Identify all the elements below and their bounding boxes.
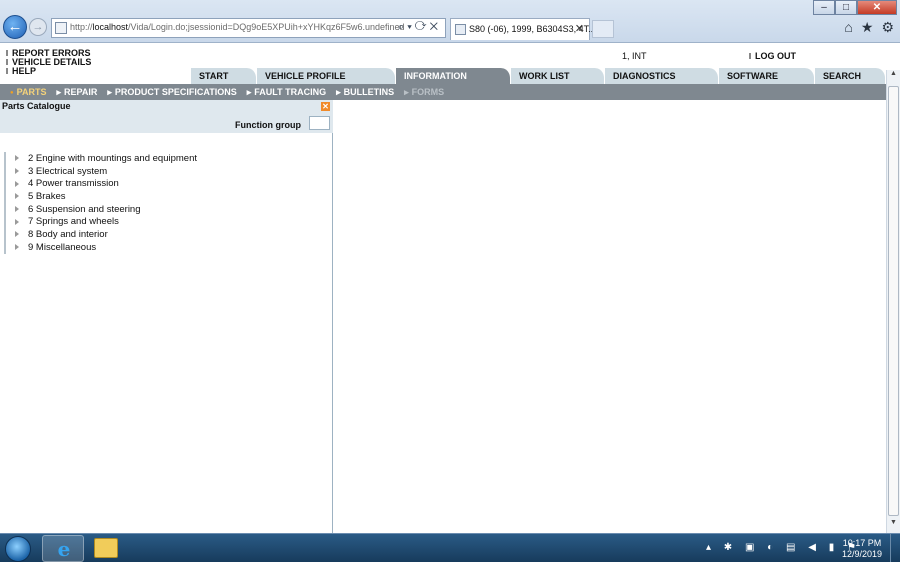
scroll-up-icon[interactable]: ▲ xyxy=(887,70,900,84)
expand-arrow-icon[interactable] xyxy=(15,206,19,213)
address-bar[interactable]: http://localhost/Vida/Login.do;jsessioni… xyxy=(51,18,446,38)
favorites-star-icon[interactable]: ★ xyxy=(861,19,874,36)
tab-information[interactable]: INFORMATION xyxy=(396,68,511,84)
taskbar: e ▴ ✱ ▣ ◐ ▤ ◀ ▮ ⚑ 10:17 PM 12/9/2019 xyxy=(0,533,900,562)
browser-chrome: ← → http://localhost/Vida/Login.do;jsess… xyxy=(0,0,900,43)
vertical-scrollbar[interactable]: ▲ ▼ xyxy=(886,70,900,533)
parts-catalogue-panel: Parts Catalogue ✕ Function group 2 Engin… xyxy=(0,100,333,533)
logout-link[interactable]: LOG OUT xyxy=(749,51,796,61)
tab-start[interactable]: START xyxy=(191,68,257,84)
address-url: http://localhost/Vida/Login.do;jsessioni… xyxy=(70,22,405,32)
subtab-repair[interactable]: REPAIR xyxy=(56,87,97,98)
address-controls[interactable]: ⌕▾⟳✕ xyxy=(398,21,441,34)
browser-tools: ⌂ ★ ⚙ xyxy=(844,19,894,36)
ie-icon: e xyxy=(57,537,71,561)
sub-tabs: PARTS REPAIR PRODUCT SPECIFICATIONS FAUL… xyxy=(0,84,886,100)
forward-arrow-icon[interactable]: → xyxy=(29,18,47,36)
function-group-tree: 2 Engine with mountings and equipment 3 … xyxy=(4,152,197,254)
subtab-bulletins[interactable]: BULLETINS xyxy=(336,87,395,98)
expand-arrow-icon[interactable] xyxy=(15,168,19,175)
tab-work-list[interactable]: WORK LIST xyxy=(511,68,605,84)
tree-item[interactable]: 5 Brakes xyxy=(12,190,197,203)
expand-arrow-icon[interactable] xyxy=(15,180,19,187)
function-group-label: Function group xyxy=(235,120,301,130)
tree-item[interactable]: 9 Miscellaneous xyxy=(12,241,197,254)
user-label: 1, INT xyxy=(622,51,647,61)
subtab-product-specifications[interactable]: PRODUCT SPECIFICATIONS xyxy=(107,87,237,98)
tab-software[interactable]: SOFTWARE xyxy=(719,68,815,84)
window-controls: – □ ✕ xyxy=(813,0,897,15)
help-link[interactable]: HELP xyxy=(6,67,91,76)
browser-tab[interactable]: S80 (-06), 1999, B6304S3, 4T... ✕ xyxy=(450,18,596,40)
maximize-icon[interactable]: □ xyxy=(835,0,857,15)
content-area xyxy=(334,100,886,533)
panel-close-icon[interactable]: ✕ xyxy=(321,102,330,111)
folder-icon[interactable] xyxy=(94,538,118,558)
tree-item[interactable]: 7 Springs and wheels xyxy=(12,215,197,228)
minimize-icon[interactable]: – xyxy=(813,0,835,15)
expand-arrow-icon[interactable] xyxy=(15,193,19,200)
tab-search[interactable]: SEARCH xyxy=(815,68,886,84)
tab-vehicle-profile[interactable]: VEHICLE PROFILE xyxy=(257,68,396,84)
new-tab-button[interactable] xyxy=(592,20,614,38)
subtab-forms: FORMS xyxy=(404,87,445,98)
expand-arrow-icon[interactable] xyxy=(15,244,19,251)
clock-time: 10:17 PM xyxy=(842,538,882,548)
expand-arrow-icon[interactable] xyxy=(15,155,19,162)
tab-diagnostics[interactable]: DIAGNOSTICS xyxy=(605,68,719,84)
panel-title: Parts Catalogue xyxy=(2,101,71,111)
window-close-icon[interactable]: ✕ xyxy=(857,0,897,15)
tree-item[interactable]: 6 Suspension and steering xyxy=(12,203,197,216)
back-arrow-icon[interactable]: ← xyxy=(3,15,27,39)
tree-item[interactable]: 4 Power transmission xyxy=(12,177,197,190)
subtab-fault-tracing[interactable]: FAULT TRACING xyxy=(247,87,326,98)
tree-item[interactable]: 3 Electrical system xyxy=(12,165,197,178)
tab-close-icon[interactable]: ✕ xyxy=(575,22,584,35)
scroll-down-icon[interactable]: ▼ xyxy=(887,519,900,533)
start-button[interactable] xyxy=(5,536,31,562)
subtab-parts[interactable]: PARTS xyxy=(10,87,47,97)
home-icon[interactable]: ⌂ xyxy=(844,19,852,36)
clock[interactable]: 10:17 PM 12/9/2019 xyxy=(842,538,882,560)
tree-item[interactable]: 8 Body and interior xyxy=(12,228,197,241)
clock-date: 12/9/2019 xyxy=(842,549,883,559)
panel-header: Parts Catalogue ✕ Function group xyxy=(0,100,333,133)
function-group-input[interactable] xyxy=(309,116,330,130)
gear-icon[interactable]: ⚙ xyxy=(881,19,894,36)
expand-arrow-icon[interactable] xyxy=(15,218,19,225)
expand-arrow-icon[interactable] xyxy=(15,231,19,238)
taskbar-ie-button[interactable]: e xyxy=(42,535,84,562)
tree-item[interactable]: 2 Engine with mountings and equipment xyxy=(12,152,197,165)
tab-favicon-icon xyxy=(455,24,466,35)
show-desktop-button[interactable] xyxy=(890,534,900,562)
page-icon xyxy=(55,22,67,34)
main-tabs: START VEHICLE PROFILE INFORMATION WORK L… xyxy=(191,68,886,84)
system-tray[interactable]: ▴ ✱ ▣ ◐ ▤ ◀ ▮ ⚑ xyxy=(706,542,861,553)
scroll-thumb[interactable] xyxy=(888,86,899,516)
top-menu: REPORT ERRORS VEHICLE DETAILS HELP xyxy=(6,49,91,76)
